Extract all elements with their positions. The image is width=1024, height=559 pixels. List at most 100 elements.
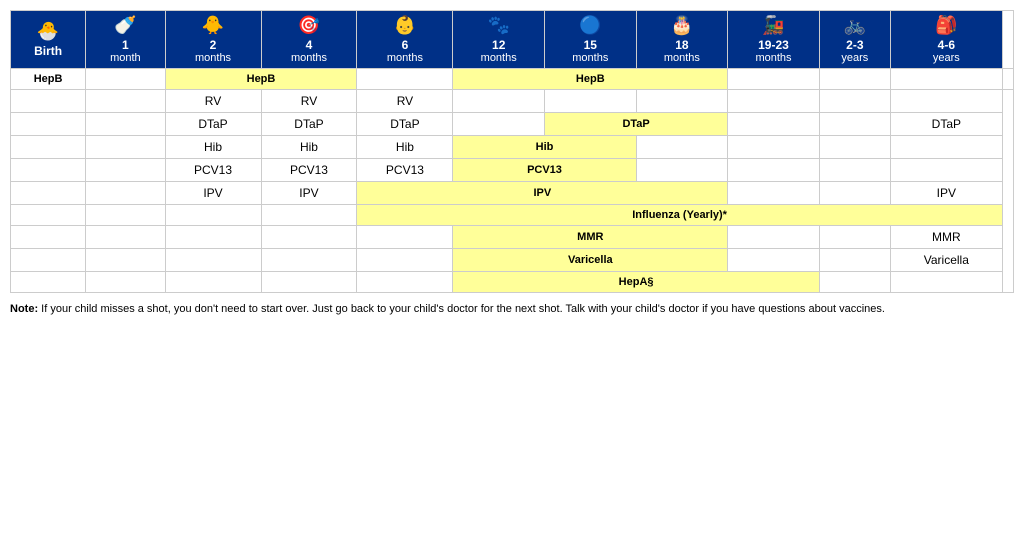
cell: IPV (261, 182, 357, 205)
cell (261, 272, 357, 293)
cell (86, 226, 165, 249)
header-sublabel-4-6yr: years (893, 52, 1000, 64)
table-row: RVRVRV (11, 90, 1014, 113)
cell: DTaP (261, 113, 357, 136)
cell (728, 249, 820, 272)
header-icon-12mo: 🐾 (455, 15, 542, 36)
vaccine-schedule-table: 🐣Birth🍼1month🐥2months🎯4months👶6months🐾12… (10, 10, 1014, 293)
header-label-18mo: 18 (639, 38, 726, 52)
cell (86, 272, 165, 293)
cell (890, 136, 1002, 159)
cell (890, 272, 1002, 293)
cell (165, 249, 261, 272)
header-label-12mo: 12 (455, 38, 542, 52)
header-icon-19-23mo: 🚂 (730, 15, 817, 36)
header-label-15mo: 15 (547, 38, 634, 52)
cell (86, 249, 165, 272)
cell (890, 69, 1002, 90)
cell (11, 113, 86, 136)
cell-pcv13-12mo: PCV13 (453, 159, 636, 182)
row-label-hepb: HepB (11, 69, 86, 90)
cell (11, 205, 86, 226)
cell (11, 226, 86, 249)
cell (728, 136, 820, 159)
header-label-2-3yr: 2-3 (822, 38, 888, 52)
cell-hib-12mo: Hib (453, 136, 636, 159)
header-icon-15mo: 🔵 (547, 15, 634, 36)
cell: Hib (165, 136, 261, 159)
table-row: HepBHepBHepB (11, 69, 1014, 90)
table-row: DTaPDTaPDTaPDTaPDTaP (11, 113, 1014, 136)
header-cell-15mo: 🔵 15months (545, 11, 637, 69)
header-label-birth: Birth (13, 44, 83, 58)
cell (165, 272, 261, 293)
header-icon-4-6yr: 🎒 (893, 15, 1000, 36)
header-cell-18mo: 🎂18months (636, 11, 728, 69)
cell (636, 136, 728, 159)
cell (819, 272, 890, 293)
header-cell-2mo: 🐥2months (165, 11, 261, 69)
cell (357, 272, 453, 293)
header-icon-2mo: 🐥 (168, 15, 259, 36)
header-icon-2-3yr: 🚲 (822, 15, 888, 36)
cell (728, 90, 820, 113)
cell (819, 136, 890, 159)
cell: PCV13 (261, 159, 357, 182)
cell (86, 69, 165, 90)
header-icon-6mo: 👶 (359, 15, 450, 36)
cell (728, 182, 820, 205)
note-text: Note: If your child misses a shot, you d… (10, 301, 1014, 318)
cell-dtap-15mo: DTaP (545, 113, 728, 136)
header-icon-18mo: 🎂 (639, 15, 726, 36)
header-label-4-6yr: 4-6 (893, 38, 1000, 52)
header-label-6mo: 6 (359, 38, 450, 52)
header-sublabel-19-23mo: months (730, 52, 817, 64)
cell (11, 90, 86, 113)
cell (728, 159, 820, 182)
table-row: HibHibHibHib (11, 136, 1014, 159)
header-sublabel-2mo: months (168, 52, 259, 64)
cell (728, 226, 820, 249)
cell: RV (261, 90, 357, 113)
cell (890, 159, 1002, 182)
header-sublabel-2-3yr: years (822, 52, 888, 64)
cell (819, 249, 890, 272)
cell (261, 226, 357, 249)
header-label-19-23mo: 19-23 (730, 38, 817, 52)
cell: Varicella (890, 249, 1002, 272)
cell-hepb-1mo: HepB (165, 69, 357, 90)
header-cell-4mo: 🎯4months (261, 11, 357, 69)
cell (11, 249, 86, 272)
cell (86, 205, 165, 226)
cell: PCV13 (357, 159, 453, 182)
header-cell-6mo: 👶6months (357, 11, 453, 69)
header-icon-4mo: 🎯 (264, 15, 355, 36)
cell (165, 226, 261, 249)
cell: DTaP (165, 113, 261, 136)
cell (165, 205, 261, 226)
cell (86, 90, 165, 113)
cell (261, 249, 357, 272)
cell (86, 159, 165, 182)
cell (819, 182, 890, 205)
header-sublabel-1mo: month (88, 52, 162, 64)
cell: PCV13 (165, 159, 261, 182)
header-sublabel-15mo: months (547, 52, 634, 64)
header-cell-1mo: 🍼1month (86, 11, 165, 69)
cell-varicella-12mo: Varicella (453, 249, 728, 272)
header-icon-1mo: 🍼 (88, 15, 162, 36)
cell (890, 90, 1002, 113)
cell: MMR (890, 226, 1002, 249)
cell: RV (165, 90, 261, 113)
cell (728, 113, 820, 136)
cell: Hib (261, 136, 357, 159)
cell (453, 113, 545, 136)
cell (819, 90, 890, 113)
cell-mmr-12mo: MMR (453, 226, 728, 249)
cell (357, 69, 453, 90)
cell (819, 159, 890, 182)
cell (728, 69, 820, 90)
cell (11, 136, 86, 159)
cell: IPV (165, 182, 261, 205)
cell: Hib (357, 136, 453, 159)
